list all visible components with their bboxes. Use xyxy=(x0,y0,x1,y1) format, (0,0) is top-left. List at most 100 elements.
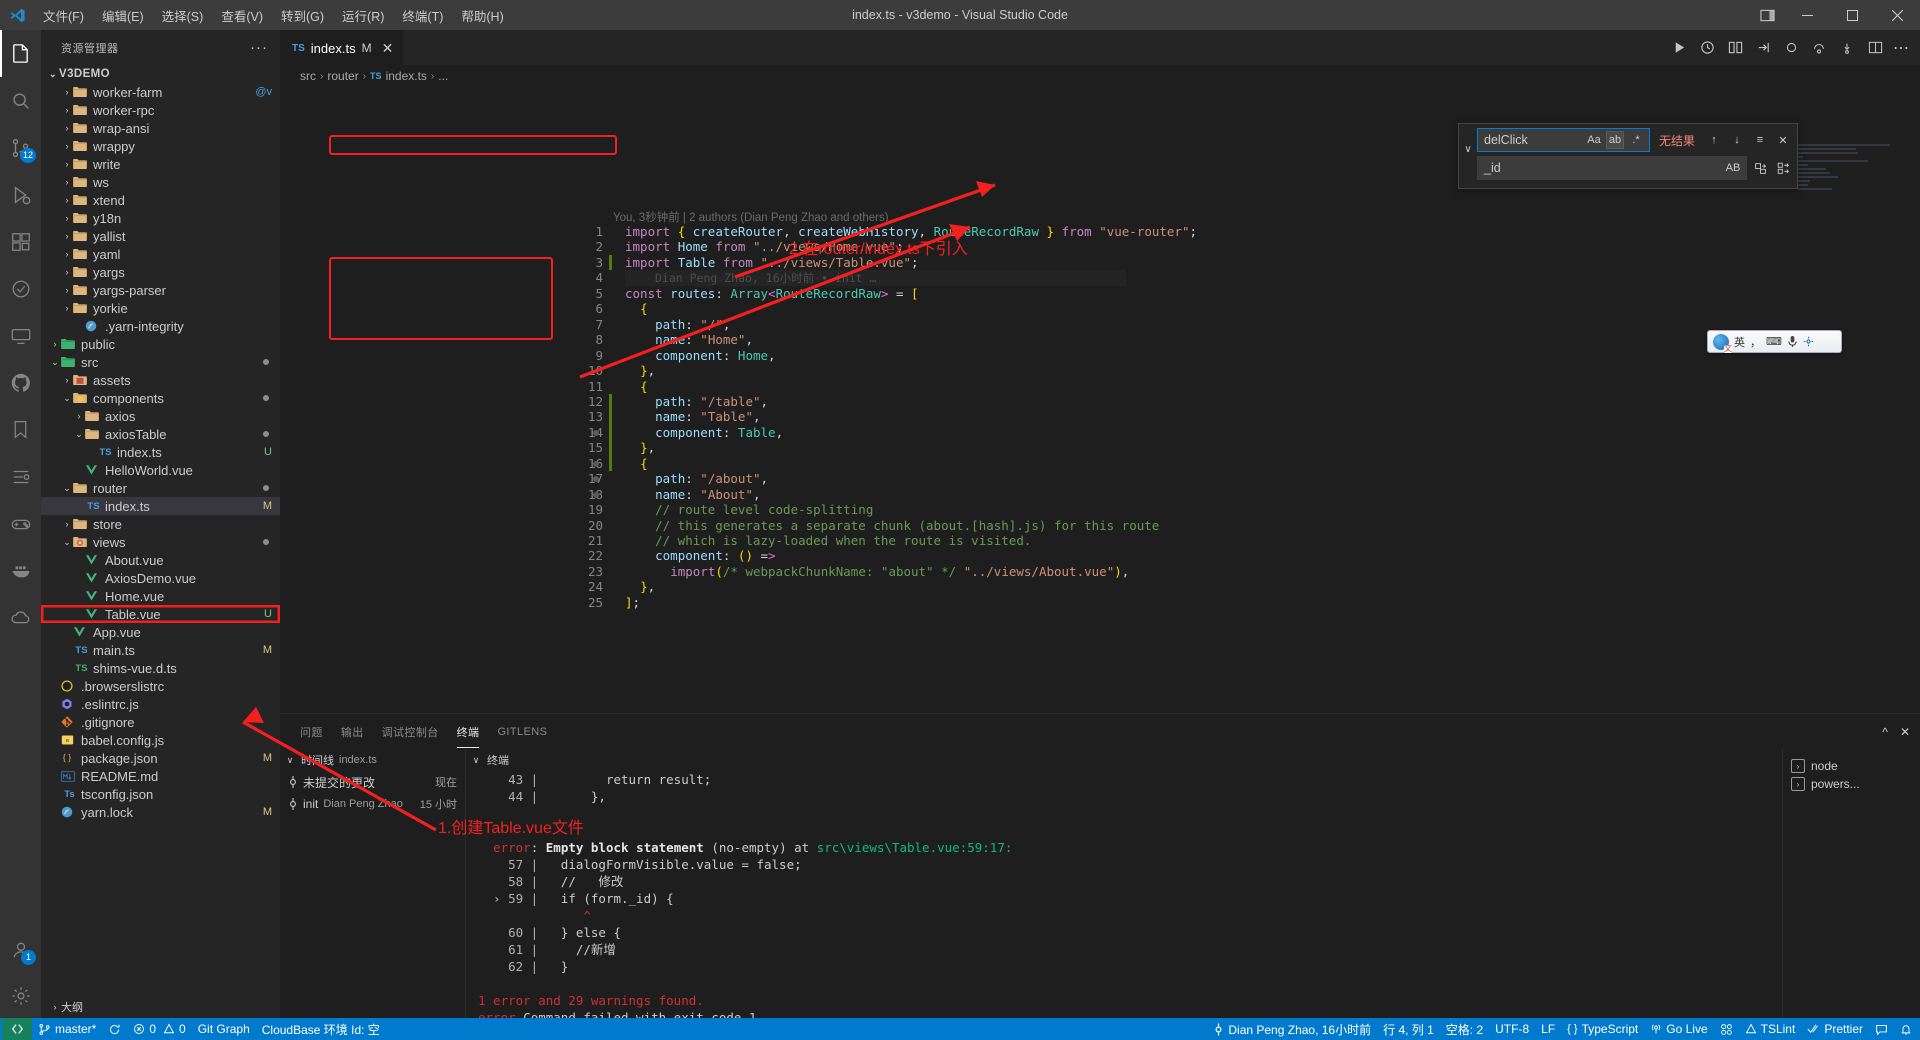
code-editor[interactable]: You, 3秒钟前 | 2 authors (Dian Peng Zhao an… xyxy=(280,87,1920,713)
panel-tab-terminal[interactable]: 终端 xyxy=(456,716,480,748)
replace-input[interactable]: _id AB xyxy=(1477,156,1747,180)
breakpoint-hint-dot[interactable] xyxy=(593,491,599,498)
status-tslint[interactable]: TSLint xyxy=(1739,1018,1802,1040)
split-editor-icon[interactable] xyxy=(1862,30,1888,65)
tree-item-package-json[interactable]: package.json M xyxy=(41,749,280,767)
use-regex-icon[interactable]: .* xyxy=(1627,131,1645,149)
replace-all-icon[interactable] xyxy=(1773,158,1793,178)
code-line[interactable]: // this generates a separate chunk (abou… xyxy=(625,518,1159,533)
menu-run[interactable]: 运行(R) xyxy=(333,2,393,29)
tree-item--yarn-integrity[interactable]: .yarn-integrity xyxy=(41,317,280,335)
breakpoint-hint-dot[interactable] xyxy=(593,429,599,436)
terminal-list-item-node[interactable]: › node xyxy=(1783,757,1920,775)
history-icon[interactable] xyxy=(1694,30,1720,65)
status-notifications[interactable] xyxy=(1894,1018,1918,1040)
tree-item-index-ts[interactable]: TS index.ts M xyxy=(41,497,280,515)
code-line[interactable]: component: Table, xyxy=(625,425,783,440)
tree-item-home-vue[interactable]: Home.vue xyxy=(41,587,280,605)
activity-remote-explorer-icon[interactable] xyxy=(0,312,41,359)
code-line[interactable]: name: "About", xyxy=(625,487,760,502)
tree-item-babel-config-js[interactable]: Bbabel.config.js xyxy=(41,731,280,749)
tree-item-readme-md[interactable]: README.md xyxy=(41,767,280,785)
step-into-icon[interactable] xyxy=(1834,30,1860,65)
tree-item--gitignore[interactable]: .gitignore xyxy=(41,713,280,731)
code-line[interactable]: // which is lazy-loaded when the route i… xyxy=(625,533,1031,548)
menu-file[interactable]: 文件(F) xyxy=(34,2,93,29)
tab-index-ts[interactable]: TS index.ts M ✕ xyxy=(280,30,405,65)
close-panel-icon[interactable]: ✕ xyxy=(1900,725,1910,739)
code-line[interactable]: { xyxy=(625,456,648,471)
activity-explorer-icon[interactable] xyxy=(0,30,41,77)
match-case-icon[interactable]: Aa xyxy=(1585,131,1603,149)
tree-item-yargs[interactable]: › yargs xyxy=(41,263,280,281)
activity-accounts-icon[interactable]: 1 xyxy=(0,926,41,973)
status-cursor-position[interactable]: 行 4, 列 1 xyxy=(1377,1018,1440,1040)
breadcrumb-src[interactable]: src xyxy=(300,69,316,83)
find-next-icon[interactable]: ↓ xyxy=(1727,130,1747,150)
status-feedback[interactable] xyxy=(1869,1018,1894,1040)
tree-item-write[interactable]: › write xyxy=(41,155,280,173)
minimap[interactable] xyxy=(1798,144,1906,204)
activity-run-debug-icon[interactable] xyxy=(0,171,41,218)
find-close-icon[interactable]: ✕ xyxy=(1773,130,1793,150)
status-sync-changes[interactable] xyxy=(102,1018,127,1040)
find-previous-icon[interactable]: ↑ xyxy=(1704,130,1724,150)
code-line[interactable]: import(/* webpackChunkName: "about" */ "… xyxy=(625,564,1129,579)
panel-tab-gitlens[interactable]: GITLENS xyxy=(497,718,547,746)
tree-item-tsconfig-json[interactable]: Ts tsconfig.json xyxy=(41,785,280,803)
tree-item-yallist[interactable]: › yallist xyxy=(41,227,280,245)
status-gitlens-blame[interactable]: Dian Peng Zhao, 16小时前 xyxy=(1207,1018,1377,1040)
status-git-branch[interactable]: master* xyxy=(32,1018,102,1040)
maximize-button[interactable] xyxy=(1830,0,1875,30)
editor-more-icon[interactable]: ⋯ xyxy=(1890,30,1912,65)
tree-item-yargs-parser[interactable]: › yargs-parser xyxy=(41,281,280,299)
breadcrumb-router[interactable]: router xyxy=(327,69,358,83)
status-language-mode[interactable]: { } TypeScript xyxy=(1561,1018,1644,1040)
tree-item-yorkie[interactable]: › yorkie xyxy=(41,299,280,317)
activity-gamepad-icon[interactable] xyxy=(0,500,41,547)
tree-item-yarn-lock[interactable]: yarn.lock M xyxy=(41,803,280,821)
tree-item-worker-farm[interactable]: › worker-farm @v xyxy=(41,83,280,101)
tree-item-wrap-ansi[interactable]: › wrap-ansi xyxy=(41,119,280,137)
timeline-header[interactable]: ∨ 时间线 index.ts xyxy=(280,749,465,771)
tree-item-shims-vue-d-ts[interactable]: TS shims-vue.d.ts xyxy=(41,659,280,677)
close-button[interactable] xyxy=(1875,0,1920,30)
explorer-more-icon[interactable]: ··· xyxy=(250,39,268,56)
tree-item-ws[interactable]: › ws xyxy=(41,173,280,191)
tree-item-axiostable[interactable]: ⌄ axiosTable xyxy=(41,425,280,443)
tab-close-icon[interactable]: ✕ xyxy=(382,40,394,57)
tree-item-views[interactable]: ⌄ views xyxy=(41,533,280,551)
tree-item-axiosdemo-vue[interactable]: AxiosDemo.vue xyxy=(41,569,280,587)
ime-punctuation-icon[interactable]: ， xyxy=(1750,334,1761,350)
outline-section[interactable]: › 大纲 xyxy=(41,996,280,1018)
status-git-graph[interactable]: Git Graph xyxy=(192,1018,256,1040)
status-cloudbase-env[interactable]: CloudBase 环境 Id: 空 xyxy=(256,1018,386,1040)
panel-tab-debug-console[interactable]: 调试控制台 xyxy=(382,716,439,748)
find-replace-widget[interactable]: ∨ delClick Aa ab .* 无结果 ↑ ↓ ≡ ✕ _id AB xyxy=(1458,123,1798,189)
toggle-replace-icon[interactable]: ∨ xyxy=(1459,128,1477,184)
menu-edit[interactable]: 编辑(E) xyxy=(93,2,153,29)
activity-extensions-icon[interactable] xyxy=(0,218,41,265)
breadcrumb-symbol[interactable]: ... xyxy=(438,69,448,83)
activity-github-icon[interactable] xyxy=(0,359,41,406)
activity-cloudbase-icon[interactable] xyxy=(0,594,41,641)
tree-item-router[interactable]: ⌄ router xyxy=(41,479,280,497)
breadcrumb-file[interactable]: index.ts xyxy=(386,69,427,83)
explorer-root-folder[interactable]: ⌄ V3DEMO xyxy=(41,65,280,83)
customize-layout-icon[interactable] xyxy=(1749,0,1785,30)
status-prettier[interactable]: Prettier xyxy=(1801,1018,1869,1040)
breakpoint-hint-dot[interactable] xyxy=(593,460,599,467)
minimize-button[interactable] xyxy=(1785,0,1830,30)
ime-keyboard-icon[interactable]: ⌨ xyxy=(1766,335,1782,348)
terminal-view[interactable]: ∨ 终端 43 | return result; 44 | }, error: … xyxy=(466,749,1782,1019)
whole-word-icon[interactable]: ab xyxy=(1605,131,1624,149)
terminal-list-item-powershell[interactable]: › powers... xyxy=(1783,775,1920,793)
tree-item-wrappy[interactable]: › wrappy xyxy=(41,137,280,155)
find-input[interactable]: delClick Aa ab .* xyxy=(1477,128,1650,152)
breakpoint-icon[interactable] xyxy=(1778,30,1804,65)
code-line[interactable]: // route level code-splitting xyxy=(625,502,873,517)
menu-help[interactable]: 帮助(H) xyxy=(452,2,512,29)
code-line[interactable]: path: "/about", xyxy=(625,471,768,486)
activity-gitlens-icon[interactable] xyxy=(0,453,41,500)
tree-item-store[interactable]: › store xyxy=(41,515,280,533)
